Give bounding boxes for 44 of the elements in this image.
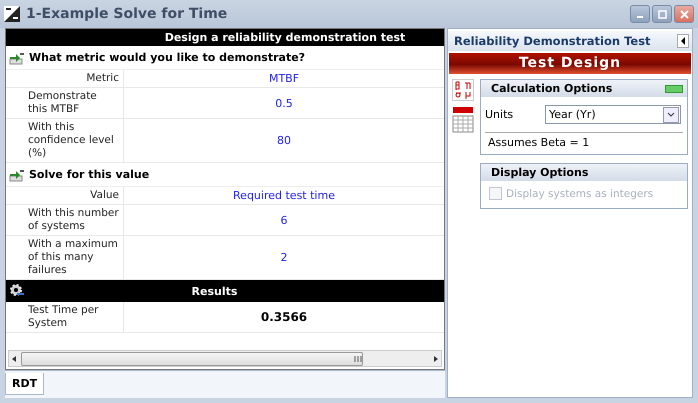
input-value[interactable]: Required test time (233, 189, 335, 202)
minimize-button[interactable] (630, 5, 650, 23)
app-icon (4, 6, 20, 22)
group-title: Display Options (491, 166, 588, 179)
maximize-icon[interactable] (658, 10, 666, 18)
input-value[interactable]: 2 (280, 251, 288, 264)
greek-symbols-icon[interactable] (452, 79, 474, 101)
arrow-icon (9, 168, 25, 182)
row-label: Value (90, 189, 119, 202)
maximize-button[interactable] (652, 5, 672, 23)
rdt-table-icon[interactable] (452, 106, 474, 134)
grid-header: Design a reliability demonstration test (6, 29, 444, 46)
caret-left-icon[interactable] (680, 37, 686, 45)
panel-title: Reliability Demonstration Test (454, 34, 651, 48)
dropdown-icon[interactable] (663, 106, 679, 122)
row-label: With this confidence level (%) (28, 121, 115, 160)
collapse-button[interactable] (677, 34, 689, 48)
row-label: Metric (86, 72, 119, 85)
result-value: 0.3566 (260, 310, 308, 324)
results-title: Results (190, 284, 238, 298)
row-label: Demonstrate this MTBF (28, 90, 98, 116)
scroll-thumb[interactable] (21, 352, 363, 366)
tab[interactable]: RDT (5, 373, 44, 395)
input-value[interactable]: MTBF (268, 72, 300, 85)
banner: Test Design (449, 53, 691, 74)
row-label: With this number of systems (28, 207, 119, 233)
window-title: 1-Example Solve for Time (26, 6, 228, 22)
status-indicator (665, 84, 683, 92)
close-button[interactable] (674, 5, 694, 23)
input-value[interactable]: 6 (280, 214, 288, 226)
horizontal-scrollbar[interactable] (8, 350, 442, 367)
section-title: What metric would you like to demonstrate? (29, 51, 306, 64)
arrow-icon (9, 50, 25, 64)
row-label: Test Time per System (28, 304, 100, 330)
note-text: Assumes Beta = 1 (485, 132, 683, 154)
close-icon[interactable] (680, 10, 688, 18)
row-label: With a maximum of this many failures (28, 238, 119, 277)
group-title: Calculation Options (491, 82, 612, 95)
input-value[interactable]: 0.5 (275, 96, 293, 110)
section-title: Solve for this value (29, 168, 150, 181)
input-value[interactable]: 80 (277, 134, 291, 147)
field-label: Units (485, 108, 514, 121)
gear-icon (9, 283, 25, 299)
units-dropdown[interactable]: Year (Yr) (545, 105, 681, 124)
